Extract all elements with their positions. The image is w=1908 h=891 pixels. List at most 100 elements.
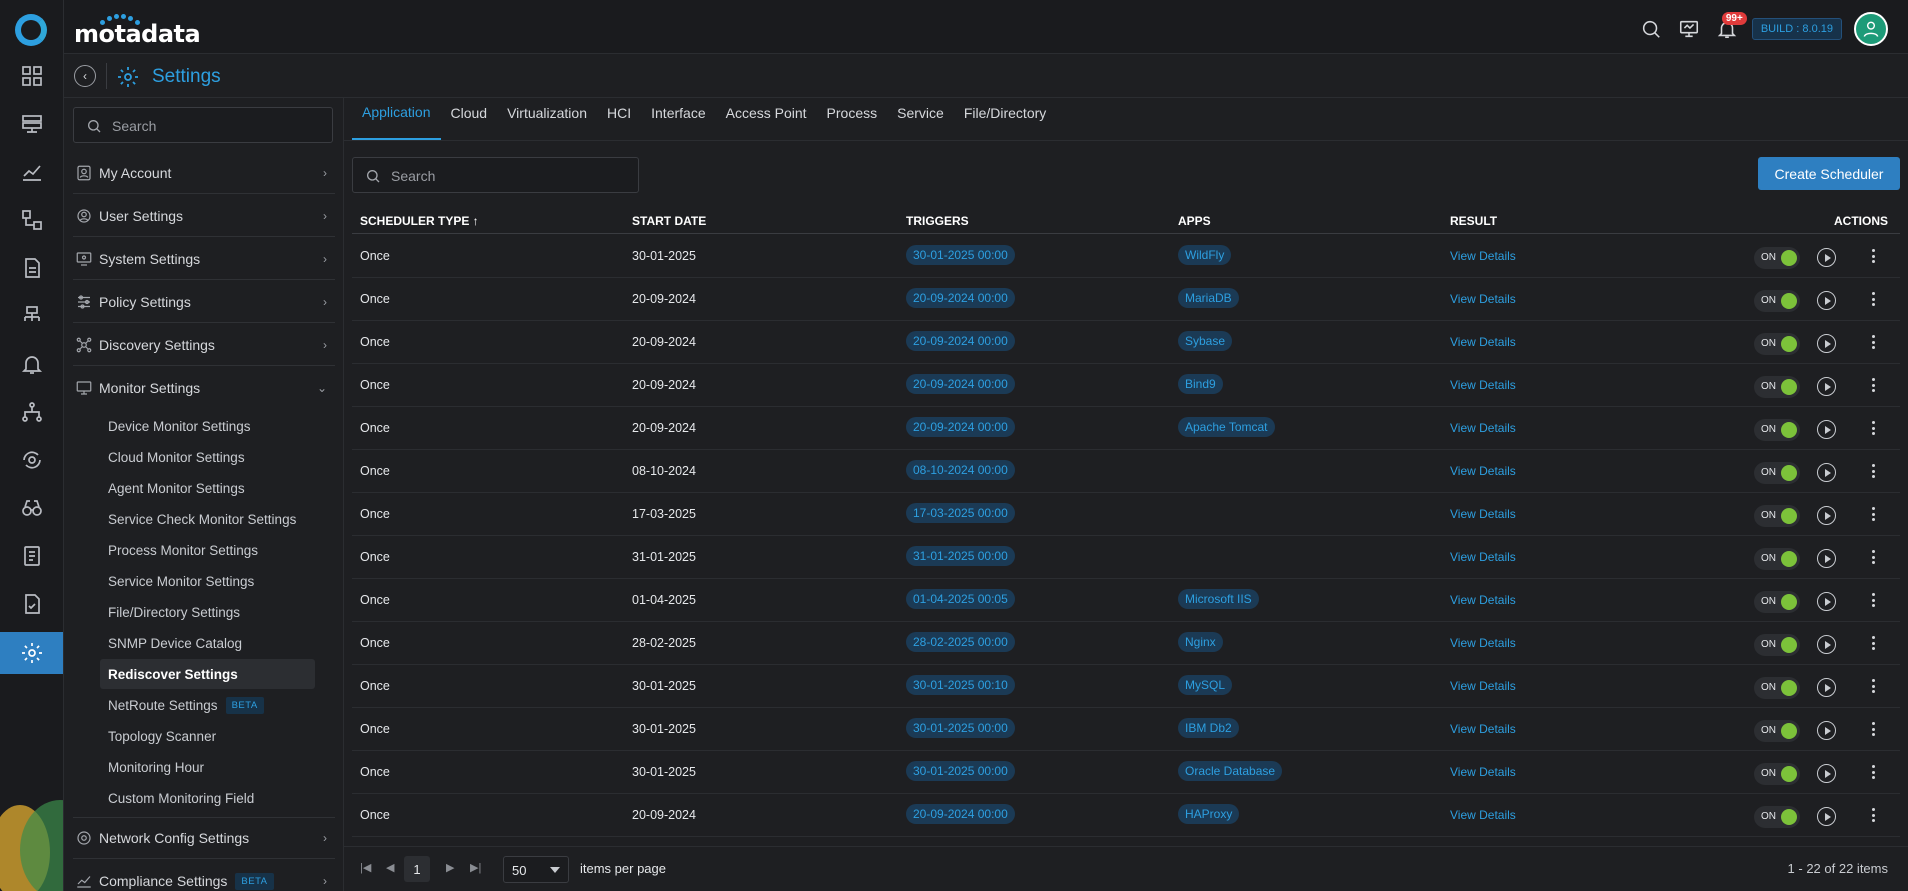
scheduler-toggle[interactable]: ON: [1754, 763, 1800, 785]
run-now-play-icon[interactable]: [1817, 721, 1836, 740]
sidebar-item-system-settings[interactable]: System Settings ›: [73, 238, 335, 280]
inventory-icon[interactable]: [0, 104, 63, 144]
scheduler-toggle[interactable]: ON: [1754, 290, 1800, 312]
sidebar-subitem-service-check-monitor[interactable]: Service Check Monitor Settings: [100, 504, 315, 534]
view-details-link[interactable]: View Details: [1450, 464, 1516, 478]
table-search-input[interactable]: [391, 166, 621, 186]
sidebar-subitem-service-monitor[interactable]: Service Monitor Settings: [100, 566, 315, 596]
tab-interface[interactable]: Interface: [641, 97, 715, 140]
sidebar-item-compliance[interactable]: Compliance Settings BETA ›: [73, 860, 335, 891]
view-details-link[interactable]: View Details: [1450, 507, 1516, 521]
tab-service[interactable]: Service: [887, 97, 954, 140]
last-page-icon[interactable]: ▶|: [470, 861, 481, 874]
tab-file-directory[interactable]: File/Directory: [954, 97, 1056, 140]
sidebar-subitem-rediscover[interactable]: Rediscover Settings: [100, 659, 315, 689]
run-now-play-icon[interactable]: [1817, 592, 1836, 611]
run-now-play-icon[interactable]: [1817, 334, 1836, 353]
brand-name[interactable]: motadata: [74, 20, 201, 48]
more-options-icon[interactable]: [1868, 246, 1878, 266]
scheduler-toggle[interactable]: ON: [1754, 806, 1800, 828]
more-options-icon[interactable]: [1868, 719, 1878, 739]
header-triggers[interactable]: TRIGGERS: [906, 214, 969, 228]
global-search-icon[interactable]: [1638, 16, 1664, 42]
sidebar-subitem-snmp-catalog[interactable]: SNMP Device Catalog: [100, 628, 315, 658]
tab-cloud[interactable]: Cloud: [441, 97, 498, 140]
more-options-icon[interactable]: [1868, 418, 1878, 438]
audit-icon[interactable]: [0, 536, 63, 576]
back-button[interactable]: ‹: [74, 65, 96, 87]
scheduler-toggle[interactable]: ON: [1754, 376, 1800, 398]
sidebar-item-monitor-settings[interactable]: Monitor Settings ⌄: [73, 367, 335, 409]
run-now-play-icon[interactable]: [1817, 377, 1836, 396]
tab-application[interactable]: Application: [352, 97, 441, 140]
sync-icon[interactable]: [0, 440, 63, 480]
prev-page-icon[interactable]: ◀: [386, 861, 394, 874]
more-options-icon[interactable]: [1868, 547, 1878, 567]
network-icon[interactable]: [0, 296, 63, 336]
sidebar-subitem-netroute[interactable]: NetRoute Settings BETA: [100, 690, 315, 720]
more-options-icon[interactable]: [1868, 762, 1878, 782]
alerts-bell-icon[interactable]: [0, 344, 63, 384]
more-options-icon[interactable]: [1868, 805, 1878, 825]
view-details-link[interactable]: View Details: [1450, 378, 1516, 392]
hierarchy-icon[interactable]: [0, 392, 63, 432]
view-details-link[interactable]: View Details: [1450, 550, 1516, 564]
sidebar-subitem-topology-scanner[interactable]: Topology Scanner: [100, 721, 315, 751]
header-start-date[interactable]: START DATE: [632, 214, 706, 228]
run-now-play-icon[interactable]: [1817, 420, 1836, 439]
run-now-play-icon[interactable]: [1817, 506, 1836, 525]
scheduler-toggle[interactable]: ON: [1754, 247, 1800, 269]
more-options-icon[interactable]: [1868, 504, 1878, 524]
sidebar-item-user-settings[interactable]: User Settings ›: [73, 195, 335, 237]
more-options-icon[interactable]: [1868, 590, 1878, 610]
user-avatar[interactable]: [1854, 12, 1888, 46]
view-details-link[interactable]: View Details: [1450, 593, 1516, 607]
view-details-link[interactable]: View Details: [1450, 249, 1516, 263]
notifications-bell-icon[interactable]: 99+: [1714, 12, 1747, 42]
view-details-link[interactable]: View Details: [1450, 335, 1516, 349]
topology-icon[interactable]: [0, 200, 63, 240]
sidebar-subitem-agent-monitor[interactable]: Agent Monitor Settings: [100, 473, 315, 503]
scheduler-toggle[interactable]: ON: [1754, 462, 1800, 484]
view-details-link[interactable]: View Details: [1450, 722, 1516, 736]
run-now-play-icon[interactable]: [1817, 678, 1836, 697]
binoculars-icon[interactable]: [0, 488, 63, 528]
metrics-icon[interactable]: [0, 152, 63, 192]
sidebar-subitem-custom-monitoring-field[interactable]: Custom Monitoring Field: [100, 783, 315, 813]
sidebar-subitem-device-monitor[interactable]: Device Monitor Settings: [100, 411, 315, 441]
current-page[interactable]: 1: [404, 856, 430, 882]
view-details-link[interactable]: View Details: [1450, 808, 1516, 822]
tab-process[interactable]: Process: [817, 97, 888, 140]
sidebar-subitem-cloud-monitor[interactable]: Cloud Monitor Settings: [100, 442, 315, 472]
scheduler-toggle[interactable]: ON: [1754, 333, 1800, 355]
more-options-icon[interactable]: [1868, 461, 1878, 481]
run-now-play-icon[interactable]: [1817, 635, 1836, 654]
sidebar-item-network-config[interactable]: Network Config Settings ›: [73, 817, 335, 859]
more-options-icon[interactable]: [1868, 676, 1878, 696]
sidebar-item-discovery-settings[interactable]: Discovery Settings ›: [73, 324, 335, 366]
view-details-link[interactable]: View Details: [1450, 765, 1516, 779]
sidebar-subitem-file-directory[interactable]: File/Directory Settings: [100, 597, 315, 627]
run-now-play-icon[interactable]: [1817, 248, 1836, 267]
tab-hci[interactable]: HCI: [597, 97, 641, 140]
scheduler-toggle[interactable]: ON: [1754, 634, 1800, 656]
monitor-screen-icon[interactable]: [1676, 16, 1702, 42]
run-now-play-icon[interactable]: [1817, 764, 1836, 783]
view-details-link[interactable]: View Details: [1450, 636, 1516, 650]
run-now-play-icon[interactable]: [1817, 463, 1836, 482]
sidebar-search-input[interactable]: [112, 116, 322, 136]
sidebar-subitem-process-monitor[interactable]: Process Monitor Settings: [100, 535, 315, 565]
run-now-play-icon[interactable]: [1817, 807, 1836, 826]
scheduler-toggle[interactable]: ON: [1754, 419, 1800, 441]
page-size-select[interactable]: 50: [503, 856, 569, 883]
tab-access-point[interactable]: Access Point: [716, 97, 817, 140]
header-scheduler-type[interactable]: SCHEDULER TYPE ↑: [360, 214, 479, 228]
sidebar-subitem-monitoring-hour[interactable]: Monitoring Hour: [100, 752, 315, 782]
view-details-link[interactable]: View Details: [1450, 292, 1516, 306]
more-options-icon[interactable]: [1868, 332, 1878, 352]
next-page-icon[interactable]: ▶: [446, 861, 454, 874]
dashboard-icon[interactable]: [0, 56, 63, 96]
sidebar-item-my-account[interactable]: My Account ›: [73, 152, 335, 194]
motadata-logo-icon[interactable]: [15, 14, 47, 46]
run-now-play-icon[interactable]: [1817, 291, 1836, 310]
